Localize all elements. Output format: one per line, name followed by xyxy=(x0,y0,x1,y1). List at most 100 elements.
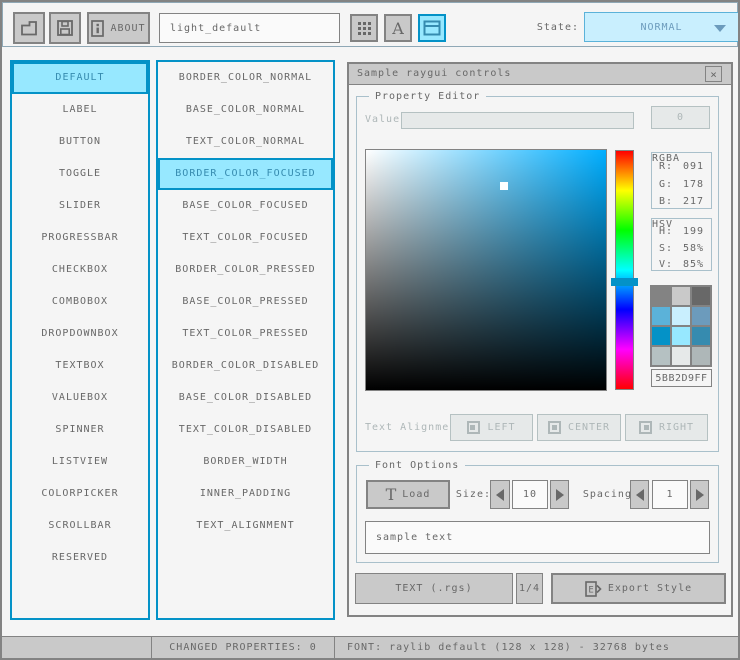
rgba-row-g: G: 178 xyxy=(659,179,704,190)
h-value: 199 xyxy=(683,226,704,237)
font-t-icon: T xyxy=(386,485,397,504)
controls-list-item[interactable]: DROPDOWNBOX xyxy=(12,318,148,350)
state-label: State: xyxy=(519,22,579,33)
properties-list-item[interactable]: TEXT_COLOR_FOCUSED xyxy=(158,222,333,254)
align-center-label: CENTER xyxy=(568,422,610,433)
hsv-group: HSV H: 199 S: 58% V: 85% xyxy=(651,218,712,271)
arrow-right-icon xyxy=(556,489,564,501)
font-view-button[interactable]: A xyxy=(384,14,412,42)
grid-view-button[interactable] xyxy=(350,14,378,42)
changed-properties-text: CHANGED PROPERTIES: 0 xyxy=(169,642,316,653)
align-left-button: LEFT xyxy=(450,414,533,441)
load-font-button[interactable]: T Load xyxy=(366,480,450,509)
arrow-left-icon xyxy=(636,489,644,501)
about-button-label: ABOUT xyxy=(110,23,145,34)
v-value: 85% xyxy=(683,259,704,270)
size-increment-button[interactable] xyxy=(550,480,569,509)
h-label: H: xyxy=(659,226,673,237)
style-color-swatch xyxy=(692,287,710,305)
controls-view-button[interactable] xyxy=(418,14,446,42)
controls-list-item[interactable]: TOGGLE xyxy=(12,158,148,190)
arrow-right-icon xyxy=(696,489,704,501)
align-right-button: RIGHT xyxy=(625,414,708,441)
load-button-label: Load xyxy=(402,489,430,500)
chevron-down-icon xyxy=(714,25,726,32)
properties-list-item[interactable]: TEXT_COLOR_PRESSED xyxy=(158,318,333,350)
style-name-input[interactable] xyxy=(159,13,340,43)
color-picker-cursor[interactable] xyxy=(500,182,508,190)
export-icon: E xyxy=(585,581,602,597)
controls-list-item[interactable]: COMBOBOX xyxy=(12,286,148,318)
properties-list-item[interactable]: TEXT_COLOR_DISABLED xyxy=(158,414,333,446)
properties-list-item[interactable]: INNER_PADDING xyxy=(158,478,333,510)
properties-list-item[interactable]: BASE_COLOR_FOCUSED xyxy=(158,190,333,222)
controls-list-item[interactable]: TEXTBOX xyxy=(12,350,148,382)
b-value: 217 xyxy=(683,196,704,207)
size-decrement-button[interactable] xyxy=(490,480,510,509)
controls-list-item[interactable]: LABEL xyxy=(12,94,148,126)
statusbar-changed-properties: CHANGED PROPERTIES: 0 xyxy=(151,636,335,659)
close-icon[interactable]: × xyxy=(705,66,722,82)
properties-list-item[interactable]: BORDER_COLOR_FOCUSED xyxy=(158,158,333,190)
align-center-icon xyxy=(548,421,561,434)
save-style-button[interactable] xyxy=(49,12,81,44)
export-format-combo[interactable]: TEXT (.rgs) xyxy=(355,573,513,604)
controls-list-item[interactable]: VALUEBOX xyxy=(12,382,148,414)
controls-list-item[interactable]: SPINNER xyxy=(12,414,148,446)
align-center-button: CENTER xyxy=(537,414,621,441)
controls-list-item[interactable]: DEFAULT xyxy=(12,62,148,94)
controls-list-item[interactable]: COLORPICKER xyxy=(12,478,148,510)
properties-list-item[interactable]: BORDER_WIDTH xyxy=(158,446,333,478)
spacing-decrement-button[interactable] xyxy=(630,480,649,509)
rguistyler-app: ABOUT A xyxy=(0,0,740,660)
hsv-row-s: S: 58% xyxy=(659,243,704,254)
controls-list-item[interactable]: CHECKBOX xyxy=(12,254,148,286)
properties-list-item[interactable]: BORDER_COLOR_NORMAL xyxy=(158,62,333,94)
open-style-button[interactable] xyxy=(13,12,45,44)
style-color-swatch xyxy=(672,347,690,365)
style-color-swatch xyxy=(672,287,690,305)
about-button[interactable]: ABOUT xyxy=(87,12,150,44)
style-color-swatch xyxy=(652,307,670,325)
controls-list-item[interactable]: SLIDER xyxy=(12,190,148,222)
state-dropdown-value: NORMAL xyxy=(640,22,682,33)
hex-color-input[interactable]: 5BB2D9FF xyxy=(651,369,712,387)
properties-list-item[interactable]: BORDER_COLOR_PRESSED xyxy=(158,254,333,286)
properties-list-item[interactable]: BASE_COLOR_PRESSED xyxy=(158,286,333,318)
window-panel-icon xyxy=(423,20,441,36)
controls-list-item[interactable]: PROGRESSBAR xyxy=(12,222,148,254)
properties-list-item[interactable]: TEXT_ALIGNMENT xyxy=(158,510,333,542)
hue-slider[interactable] xyxy=(615,150,634,390)
size-label: Size: xyxy=(451,489,491,500)
controls-list-item[interactable]: SCROLLBAR xyxy=(12,510,148,542)
properties-list-item[interactable]: TEXT_COLOR_NORMAL xyxy=(158,126,333,158)
properties-list-item[interactable]: BORDER_COLOR_DISABLED xyxy=(158,350,333,382)
g-label: G: xyxy=(659,179,673,190)
hue-slider-handle[interactable] xyxy=(611,278,638,286)
style-color-swatch xyxy=(652,327,670,345)
controls-list-item[interactable]: RESERVED xyxy=(12,542,148,574)
controls-list-item[interactable]: BUTTON xyxy=(12,126,148,158)
spacing-increment-button[interactable] xyxy=(690,480,709,509)
controls-list-item[interactable]: LISTVIEW xyxy=(12,446,148,478)
sample-text-input[interactable]: sample text xyxy=(365,521,710,554)
style-color-swatch xyxy=(652,287,670,305)
page-indicator[interactable]: 1/4 xyxy=(516,573,543,604)
statusbar-font-info: FONT: raylib default (128 x 128) - 32768… xyxy=(334,636,740,659)
save-icon xyxy=(55,18,75,38)
property-editor-label: Property Editor xyxy=(369,91,486,102)
properties-list-item[interactable]: BASE_COLOR_NORMAL xyxy=(158,94,333,126)
hsv-row-v: V: 85% xyxy=(659,259,704,270)
export-style-button[interactable]: E Export Style xyxy=(551,573,726,604)
spacing-value[interactable]: 1 xyxy=(652,480,688,509)
style-color-swatch xyxy=(672,327,690,345)
properties-listview: BORDER_COLOR_NORMALBASE_COLOR_NORMALTEXT… xyxy=(156,60,335,620)
v-label: V: xyxy=(659,259,673,270)
style-color-swatch xyxy=(652,347,670,365)
size-value[interactable]: 10 xyxy=(512,480,548,509)
properties-list-item[interactable]: BASE_COLOR_DISABLED xyxy=(158,382,333,414)
value-input xyxy=(401,112,634,129)
color-picker-panel[interactable] xyxy=(365,149,607,391)
toolbar: ABOUT A xyxy=(2,2,738,47)
state-dropdown[interactable]: NORMAL xyxy=(584,12,739,42)
